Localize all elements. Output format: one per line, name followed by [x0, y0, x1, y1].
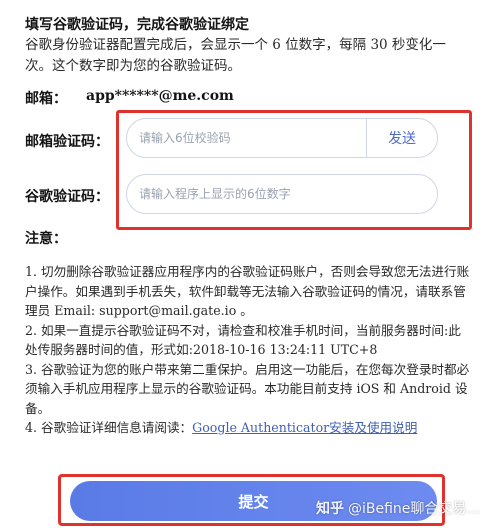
email-code-field: 发送	[126, 118, 438, 158]
notice-item-4: 4. 谷歌验证详细信息请阅读：Google Authenticator安装及使用…	[25, 418, 473, 438]
description-text: 谷歌身份验证器配置完成后，会显示一个 6 位数字，每隔 30 秒变化一次。这个数…	[25, 37, 446, 74]
email-value: app******@me.com	[86, 88, 234, 104]
notice-title: 注意：	[25, 231, 67, 247]
notice-list: 1. 切勿删除谷歌验证器应用程序内的谷歌验证码账户，否则会导致您无法进行账户操作…	[25, 262, 473, 438]
notice-item-4-prefix: 4. 谷歌验证详细信息请阅读：	[25, 420, 193, 435]
send-code-button[interactable]: 发送	[366, 119, 437, 157]
email-code-input[interactable]	[127, 119, 366, 157]
zhihu-logo: 知乎	[316, 501, 344, 517]
google-code-input[interactable]	[127, 175, 437, 213]
authenticator-guide-link[interactable]: Google Authenticator安装及使用说明	[192, 420, 417, 435]
watermark-text: @iBefine聊合交易...	[348, 501, 480, 517]
watermark: 知乎 @iBefine聊合交易...	[316, 498, 480, 518]
google-code-field	[126, 174, 438, 214]
email-label: 邮箱：	[25, 91, 67, 107]
notice-item-1: 1. 切勿删除谷歌验证器应用程序内的谷歌验证码账户，否则会导致您无法进行账户操作…	[25, 264, 470, 318]
notice-item-3: 3. 谷歌验证为您的账户带来第二重保护。启用这一功能后，在您每次登录时都必须输入…	[25, 361, 470, 416]
email-code-label: 邮箱验证码：	[25, 134, 109, 150]
page-heading: 填写谷歌验证码，完成谷歌验证绑定	[25, 17, 249, 33]
notice-item-2: 2. 如果一直提示谷歌验证码不对，请检查和校准手机时间，当前服务器时间:此处传服…	[25, 322, 461, 358]
google-code-label: 谷歌验证码：	[25, 189, 109, 205]
